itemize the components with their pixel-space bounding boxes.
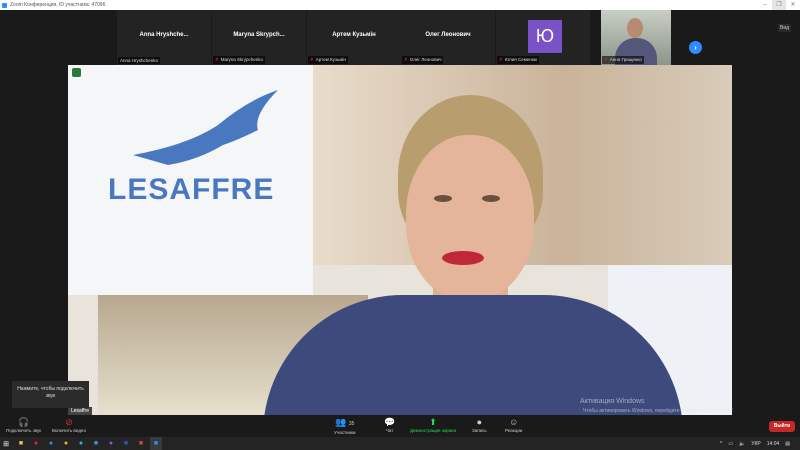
speaker-face xyxy=(406,135,534,300)
participant-tile[interactable]: Артем Кузьмін ✗ Артем Кузьмін xyxy=(307,10,401,65)
meeting-toolbar: 🎧 Подключить звук ⊘ Включить видео 👥 35 Уча… xyxy=(0,415,800,437)
participant-label: Anna Hryshchenko xyxy=(118,57,161,64)
minimize-button[interactable]: – xyxy=(758,0,772,10)
system-tray: ^ ▭ 🔈 УКР 14:04 ▤ xyxy=(720,437,790,450)
windows-taskbar: ⊞ ■ ● ● ● ● ■ ● ■ ■ ■ xyxy=(0,437,800,450)
photos-icon[interactable]: ■ xyxy=(90,437,102,450)
zoom-logo-icon xyxy=(2,2,7,8)
reactions-icon: ☺ xyxy=(509,417,519,427)
record-icon: ● xyxy=(476,417,483,427)
chat-button[interactable]: 💬 Чат xyxy=(384,417,395,433)
participant-tile[interactable]: Ю ✗ Юлия Семенюк xyxy=(496,10,590,65)
participant-label: ✗ Олег Леонович xyxy=(402,56,444,64)
network-icon[interactable]: ▭ xyxy=(728,441,733,447)
mic-muted-icon: ✗ xyxy=(310,57,314,62)
mic-muted-icon: ✗ xyxy=(404,57,408,62)
mic-muted-icon: ✗ xyxy=(604,57,608,62)
participant-name: Олег Леонович xyxy=(425,32,471,38)
speaker-name-tag: Lesaffre xyxy=(68,407,92,415)
participant-name: Артем Кузьмін xyxy=(332,32,376,38)
chevron-up-icon[interactable]: ^ xyxy=(720,441,722,447)
headphones-icon: 🎧 xyxy=(18,417,30,427)
participant-name: Maryna Skrypch... xyxy=(233,32,285,38)
reactions-button[interactable]: ☺ Реакции xyxy=(505,417,522,433)
close-button[interactable]: ✕ xyxy=(786,0,800,10)
participant-tile-video[interactable]: ✗ Анна Грищенко xyxy=(601,10,671,65)
audio-tooltip: Нажмите, чтобы подключить звук xyxy=(12,381,89,408)
file-explorer-icon[interactable]: ■ xyxy=(15,437,27,450)
eye xyxy=(482,195,500,202)
participant-tile[interactable]: Олег Леонович ✗ Олег Леонович xyxy=(401,10,495,65)
zoom-taskbar-icon[interactable]: ■ xyxy=(150,437,162,450)
avatar: Ю xyxy=(528,20,562,53)
windows-activation-subtitle: Чтобы активировать Windows, перейдите в … xyxy=(583,408,735,414)
notifications-icon[interactable]: ▤ xyxy=(785,441,790,447)
windows-activation-title: Активация Windows xyxy=(580,398,645,405)
view-button[interactable]: Вид xyxy=(778,24,792,32)
participant-name: Anna Hryshche... xyxy=(139,32,189,38)
word-icon[interactable]: ■ xyxy=(120,437,132,450)
lesaffre-bird-logo-icon xyxy=(133,90,278,165)
participant-label: ✗ Артем Кузьмін xyxy=(308,56,348,64)
restore-button[interactable]: ❐ xyxy=(772,0,786,10)
join-audio-button[interactable]: 🎧 Подключить звук xyxy=(6,417,41,433)
window-title: Zoom Конференция, ID участника: 47096 xyxy=(10,2,106,8)
logo-text: LESAFFRE xyxy=(108,173,275,206)
share-screen-icon: ⬆ xyxy=(429,417,437,427)
security-shield-icon[interactable] xyxy=(72,68,81,77)
volume-icon[interactable]: 🔈 xyxy=(739,441,745,447)
participants-button[interactable]: 👥 35 Участники xyxy=(334,417,356,435)
mic-muted-icon: ✗ xyxy=(215,57,219,62)
opera-icon[interactable]: ● xyxy=(30,437,42,450)
eye xyxy=(434,195,452,202)
chat-icon: 💬 xyxy=(384,417,396,427)
chrome-icon[interactable]: ● xyxy=(60,437,72,450)
leave-button[interactable]: Выйти xyxy=(769,421,795,432)
language-indicator[interactable]: УКР xyxy=(751,441,760,447)
participant-tile[interactable]: Maryna Skrypch... ✗ Maryna Skrypchenko xyxy=(212,10,306,65)
mic-muted-icon: ✗ xyxy=(499,57,503,62)
thumbnail-strip: Anna Hryshche... Anna Hryshchenko Maryna… xyxy=(0,10,800,65)
viber-icon[interactable]: ● xyxy=(105,437,117,450)
browser-icon[interactable]: ● xyxy=(45,437,57,450)
main-video: LESAFFRE Lesaffre xyxy=(68,65,732,415)
start-video-button[interactable]: ⊘ Включить видео xyxy=(52,417,86,433)
lips xyxy=(442,251,484,265)
participant-tile[interactable]: Anna Hryshche... Anna Hryshchenko xyxy=(117,10,211,65)
powerpoint-icon[interactable]: ■ xyxy=(135,437,147,450)
clock[interactable]: 14:04 xyxy=(767,441,780,447)
video-off-icon: ⊘ xyxy=(65,417,73,427)
participant-label: ✗ Анна Грищенко xyxy=(602,56,644,64)
record-button[interactable]: ● Запись xyxy=(472,417,487,433)
edge-icon[interactable]: ● xyxy=(75,437,87,450)
participant-label: ✗ Maryna Skrypchenko xyxy=(213,56,266,64)
windows-start-icon[interactable]: ⊞ xyxy=(0,437,12,450)
participant-label: ✗ Юлия Семенюк xyxy=(497,56,540,64)
next-page-arrow-icon[interactable]: › xyxy=(689,41,702,54)
title-bar: Zoom Конференция, ID участника: 47096 – … xyxy=(0,0,800,10)
share-screen-button[interactable]: ⬆ Демонстрация экрана xyxy=(410,417,456,433)
participants-icon: 👥 35 xyxy=(335,417,355,427)
